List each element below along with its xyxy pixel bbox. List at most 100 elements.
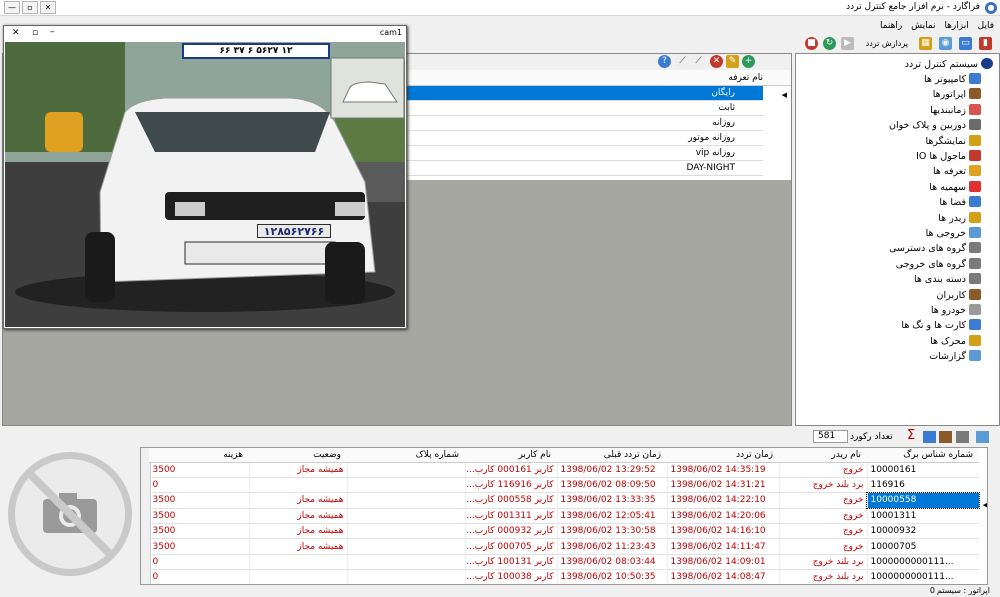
tree-item-label: کارت ها و تگ ها: [901, 320, 966, 332]
record-count-label: تعداد رکورد: [850, 432, 893, 442]
tree-item[interactable]: سهمیه ها: [929, 180, 981, 195]
menu-view[interactable]: نمایش: [911, 21, 935, 31]
edit-icon[interactable]: ✎: [726, 55, 739, 68]
tree-item[interactable]: زمانبندیها: [930, 103, 981, 118]
stop-icon[interactable]: ■: [805, 37, 818, 50]
tree-item[interactable]: اپراتورها: [933, 87, 981, 102]
table-cell: کاربر 000558 کارب...: [464, 492, 557, 509]
table-row[interactable]: 10000161 خروج 1398/06/02 14:35:19 1398/06/0…: [148, 462, 979, 478]
table-cell: همیشه مجاز: [248, 538, 347, 555]
table-cell: 1398/06/02 13:30:58: [556, 523, 667, 540]
exit-icon[interactable]: ▮: [979, 37, 992, 50]
camera-close-button[interactable]: ✕: [12, 28, 20, 38]
tree-item[interactable]: کارت ها و تگ ها: [901, 318, 981, 333]
table-row[interactable]: 1000000000111... برد بلند خروج 1398/06/02 …: [148, 554, 979, 571]
users-icon[interactable]: [923, 431, 936, 443]
filter-icon[interactable]: ⟋: [676, 55, 689, 68]
tree-item[interactable]: گزارشات: [929, 349, 981, 364]
tree-item[interactable]: کاربران: [936, 288, 981, 303]
table-cell: 116916: [866, 477, 979, 494]
table-row[interactable]: 1000000000111... برد بلند خروج 1398/06/02 …: [148, 569, 979, 584]
log-column-header[interactable]: نام کاربر: [465, 448, 557, 463]
tariff-header[interactable]: نام تعرفه: [403, 70, 791, 86]
table-cell: 10001311: [866, 508, 979, 525]
camera-window[interactable]: ✕ ▫ – cam1 ۱۲۸۵۶۲۷۶۶ ۶۶ ۳۷ ۶ ۵۶۲۷ ۱۲: [3, 25, 407, 329]
table-cell: 1398/06/02 08:09:50: [556, 477, 667, 494]
table-cell: کاربر 000161 کارب...: [464, 462, 557, 478]
tree-item-icon: [969, 242, 981, 254]
close-button[interactable]: ✕: [40, 1, 56, 14]
menu-tools[interactable]: ابزارها: [944, 21, 968, 31]
tree-item[interactable]: دسته بندی ها: [914, 272, 981, 287]
log-column-header[interactable]: وضعیت: [249, 448, 347, 463]
monitor-icon[interactable]: ▭: [959, 37, 972, 50]
table-cell: کاربر 000705 کارب...: [464, 538, 557, 555]
title-bar: — ▫ ✕ ● فراگارد - نرم افزار جامع کنترل ت…: [0, 0, 1000, 16]
log-column-header[interactable]: نام ریدر: [779, 448, 867, 463]
tariff-row[interactable]: روزانه موتور: [403, 131, 763, 146]
table-cell: خروج: [778, 492, 867, 509]
add-icon[interactable]: +: [742, 55, 755, 68]
table-cell: 1398/06/02 13:33:35: [556, 492, 667, 509]
restore-button[interactable]: ▫: [22, 1, 38, 14]
tree-root-label: سیستم کنترل تردد: [904, 59, 978, 70]
filter-clear-icon[interactable]: ⟋: [692, 55, 705, 68]
table-row[interactable]: 10000705 خروج 1398/06/02 14:11:47 1398/06/0…: [148, 538, 979, 555]
camera-restore-button[interactable]: ▫: [32, 28, 38, 38]
tree-item[interactable]: نمایشگرها: [925, 134, 981, 149]
tree-item[interactable]: خروجی ها: [926, 226, 981, 241]
user-icon[interactable]: [939, 431, 952, 443]
log-column-header[interactable]: شماره شناس برگ: [867, 448, 979, 463]
table-row[interactable]: 10000558 خروج 1398/06/02 14:22:10 1398/06/0…: [148, 491, 980, 510]
tariff-row[interactable]: روزانه: [403, 116, 763, 131]
tree-item[interactable]: گروه های دسترسی: [889, 241, 981, 256]
camera-minimize-button[interactable]: –: [50, 27, 55, 37]
tree-item[interactable]: ماجول ها IO: [916, 149, 981, 164]
tree-item[interactable]: دوربین و پلاک خوان: [889, 118, 981, 133]
tariff-row[interactable]: DAY-NIGHT: [403, 161, 763, 176]
traffic-process-label[interactable]: پردازش تردد: [866, 39, 908, 48]
table-row[interactable]: 10000932 خروج 1398/06/02 14:16:10 1398/06/0…: [148, 523, 979, 540]
tree-item[interactable]: محرک ها: [930, 334, 981, 349]
tree-item[interactable]: کامپیوتر ها: [924, 72, 981, 87]
log-column-header[interactable]: زمان تردد: [667, 448, 779, 463]
tree-item[interactable]: تعرفه ها: [933, 164, 981, 179]
help-icon[interactable]: ?: [658, 55, 671, 68]
delete-icon[interactable]: ✕: [710, 55, 723, 68]
tree-item-icon: [969, 73, 981, 84]
sum-icon[interactable]: Σ: [907, 428, 915, 443]
tariff-row[interactable]: رایگان: [403, 86, 763, 101]
menu-file[interactable]: فایل: [978, 21, 994, 31]
table-cell: 1398/06/02 14:11:47: [666, 538, 779, 555]
tree-item[interactable]: خودرو ها: [931, 303, 981, 318]
tree-item[interactable]: گروه های خروجی: [896, 257, 981, 272]
table-row[interactable]: 116916 برد بلند خروج 1398/06/02 14:31:21 13…: [148, 477, 979, 494]
keypad-icon[interactable]: ▦: [919, 37, 932, 50]
table-cell: [248, 569, 347, 584]
tree-item-icon: [969, 211, 981, 223]
traffic-log-grid: شماره شناس برگ نام ریدر زمان تردد زمان تردد…: [140, 447, 988, 585]
tariff-row[interactable]: روزانه vip: [403, 146, 763, 161]
log-column-header[interactable]: شماره پلاک: [347, 448, 465, 463]
record-count-field[interactable]: 581: [813, 430, 848, 443]
tree-root[interactable]: سیستم کنترل تردد: [905, 57, 993, 72]
operator-status: اپراتور : سیستم: [936, 586, 990, 595]
tree-item[interactable]: ریدر ها: [938, 211, 981, 226]
table-row[interactable]: 10001311 خروج 1398/06/02 14:20:06 1398/06/0…: [148, 508, 979, 525]
status-bar: اپراتور : سیستم 0: [0, 586, 1000, 597]
menu-help[interactable]: راهنما: [880, 21, 902, 31]
refresh-icon[interactable]: ↻: [823, 37, 836, 50]
table-cell: همیشه مجاز: [248, 523, 347, 540]
table-cell: کاربر 100131 کارب...: [464, 554, 557, 571]
camera-snapshot: ۱۲۸۵۶۲۷۶۶: [5, 42, 405, 327]
grid-icon[interactable]: [956, 431, 969, 443]
log-column-header[interactable]: هزینه: [149, 448, 249, 463]
table-cell: 10000161: [866, 462, 979, 478]
log-column-header[interactable]: زمان تردد قبلی: [557, 448, 667, 463]
minimize-button[interactable]: —: [4, 1, 20, 14]
tariff-row[interactable]: ثابت: [403, 101, 763, 116]
tree-item[interactable]: فضا ها: [939, 195, 981, 210]
report-icon[interactable]: [976, 431, 989, 443]
play-icon[interactable]: ▶: [841, 37, 854, 50]
view-icon[interactable]: ◉: [939, 37, 952, 50]
